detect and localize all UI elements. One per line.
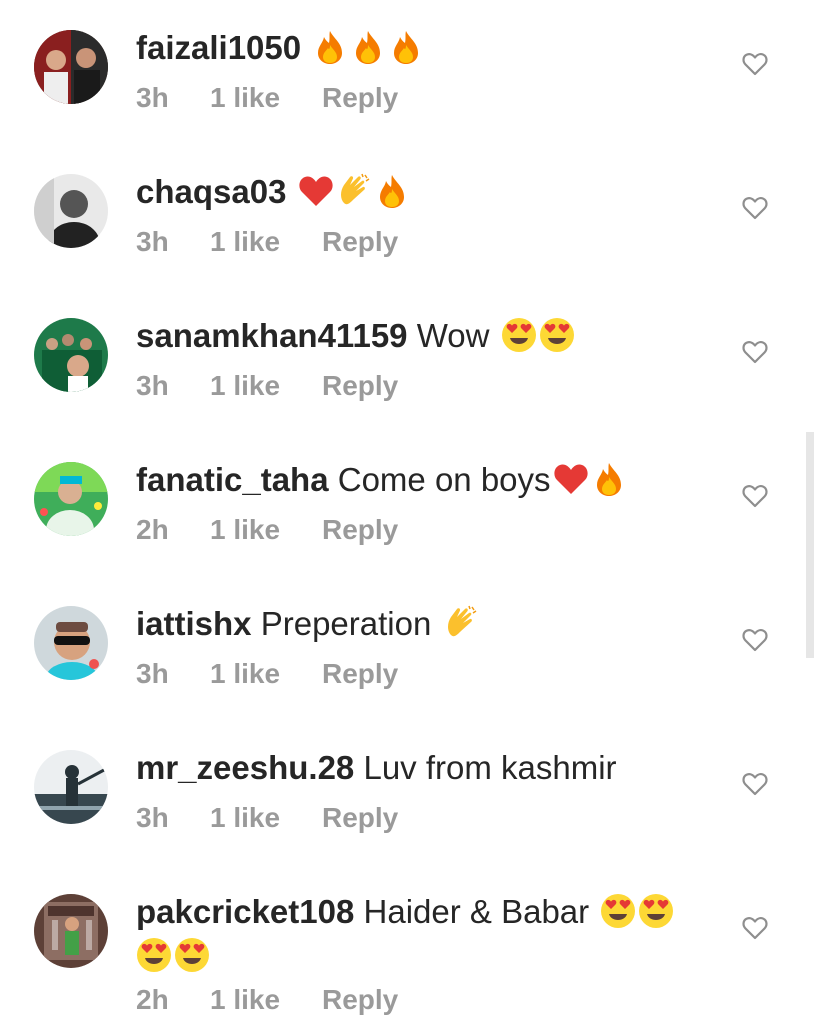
comment-text: chaqsa03 — [136, 170, 716, 214]
avatar[interactable] — [34, 462, 108, 536]
comment-meta: 2h 1 like Reply — [136, 984, 398, 1016]
heart-eyes-face-icon — [600, 893, 636, 929]
heart-like-icon[interactable] — [742, 628, 768, 652]
fire-icon — [388, 29, 424, 65]
comment-likes-count[interactable]: 1 like — [210, 658, 322, 690]
red-heart-icon — [298, 173, 334, 209]
reply-button[interactable]: Reply — [322, 658, 398, 690]
heart-eyes-face-icon — [136, 937, 172, 973]
comment-meta: 3h 1 like Reply — [136, 802, 398, 834]
reply-button[interactable]: Reply — [322, 370, 398, 402]
reply-button[interactable]: Reply — [322, 984, 398, 1016]
comment-meta: 3h 1 like Reply — [136, 370, 398, 402]
comment-likes-count[interactable]: 1 like — [210, 226, 322, 258]
comment-time: 3h — [136, 370, 169, 401]
comment-username[interactable]: sanamkhan41159 — [136, 317, 408, 354]
comment-time: 3h — [136, 226, 169, 257]
heart-eyes-face-icon — [638, 893, 674, 929]
avatar[interactable] — [34, 606, 108, 680]
comment-time: 3h — [136, 658, 169, 689]
comment-likes-count[interactable]: 1 like — [210, 370, 322, 402]
comment-username[interactable]: mr_zeeshu.28 — [136, 749, 354, 786]
fire-icon — [312, 29, 348, 65]
comment-username[interactable]: iattishx — [136, 605, 252, 642]
comment-likes-count[interactable]: 1 like — [210, 802, 322, 834]
heart-like-icon[interactable] — [742, 340, 768, 364]
comment-text: sanamkhan41159 Wow — [136, 314, 716, 358]
comment-meta: 3h 1 like Reply — [136, 658, 398, 690]
comment-meta: 2h 1 like Reply — [136, 514, 398, 546]
comment-username[interactable]: faizali1050 — [136, 29, 301, 66]
comment-text: fanatic_taha Come on boys — [136, 458, 716, 502]
reply-button[interactable]: Reply — [322, 802, 398, 834]
avatar[interactable] — [34, 894, 108, 968]
comment-time: 3h — [136, 82, 169, 113]
scrollbar[interactable] — [806, 432, 814, 658]
red-heart-icon — [553, 461, 589, 497]
comment-likes-count[interactable]: 1 like — [210, 82, 322, 114]
comment-time: 3h — [136, 802, 169, 833]
comment-likes-count[interactable]: 1 like — [210, 514, 322, 546]
comment-likes-count[interactable]: 1 like — [210, 984, 322, 1016]
comment-body: Preperation — [260, 605, 432, 642]
comment-meta: 3h 1 like Reply — [136, 226, 398, 258]
heart-like-icon[interactable] — [742, 484, 768, 508]
comment-body: Come on boys — [337, 461, 551, 498]
comment-username[interactable]: chaqsa03 — [136, 173, 286, 210]
fire-icon — [591, 461, 627, 497]
reply-button[interactable]: Reply — [322, 226, 398, 258]
comment-body: Wow — [416, 317, 490, 354]
heart-like-icon[interactable] — [742, 916, 768, 940]
heart-like-icon[interactable] — [742, 196, 768, 220]
avatar[interactable] — [34, 750, 108, 824]
heart-eyes-face-icon — [501, 317, 537, 353]
comment-body: Luv from kashmir — [363, 749, 617, 786]
clapping-hands-icon — [336, 173, 372, 209]
avatar[interactable] — [34, 174, 108, 248]
fire-icon — [350, 29, 386, 65]
reply-button[interactable]: Reply — [322, 514, 398, 546]
comment-text: faizali1050 — [136, 26, 716, 70]
comment-text: iattishx Preperation — [136, 602, 716, 646]
fire-icon — [374, 173, 410, 209]
avatar[interactable] — [34, 30, 108, 104]
comment-time: 2h — [136, 514, 169, 545]
comment-time: 2h — [136, 984, 169, 1015]
avatar[interactable] — [34, 318, 108, 392]
comment-text: pakcricket108 Haider & Babar — [136, 890, 716, 978]
heart-eyes-face-icon — [174, 937, 210, 973]
clapping-hands-icon — [443, 605, 479, 641]
reply-button[interactable]: Reply — [322, 82, 398, 114]
comment-username[interactable]: pakcricket108 — [136, 893, 354, 930]
comment-body: Haider & Babar — [363, 893, 590, 930]
heart-like-icon[interactable] — [742, 52, 768, 76]
heart-eyes-face-icon — [539, 317, 575, 353]
comment-meta: 3h 1 like Reply — [136, 82, 398, 114]
comment-username[interactable]: fanatic_taha — [136, 461, 329, 498]
heart-like-icon[interactable] — [742, 772, 768, 796]
comment-text: mr_zeeshu.28 Luv from kashmir — [136, 746, 716, 790]
